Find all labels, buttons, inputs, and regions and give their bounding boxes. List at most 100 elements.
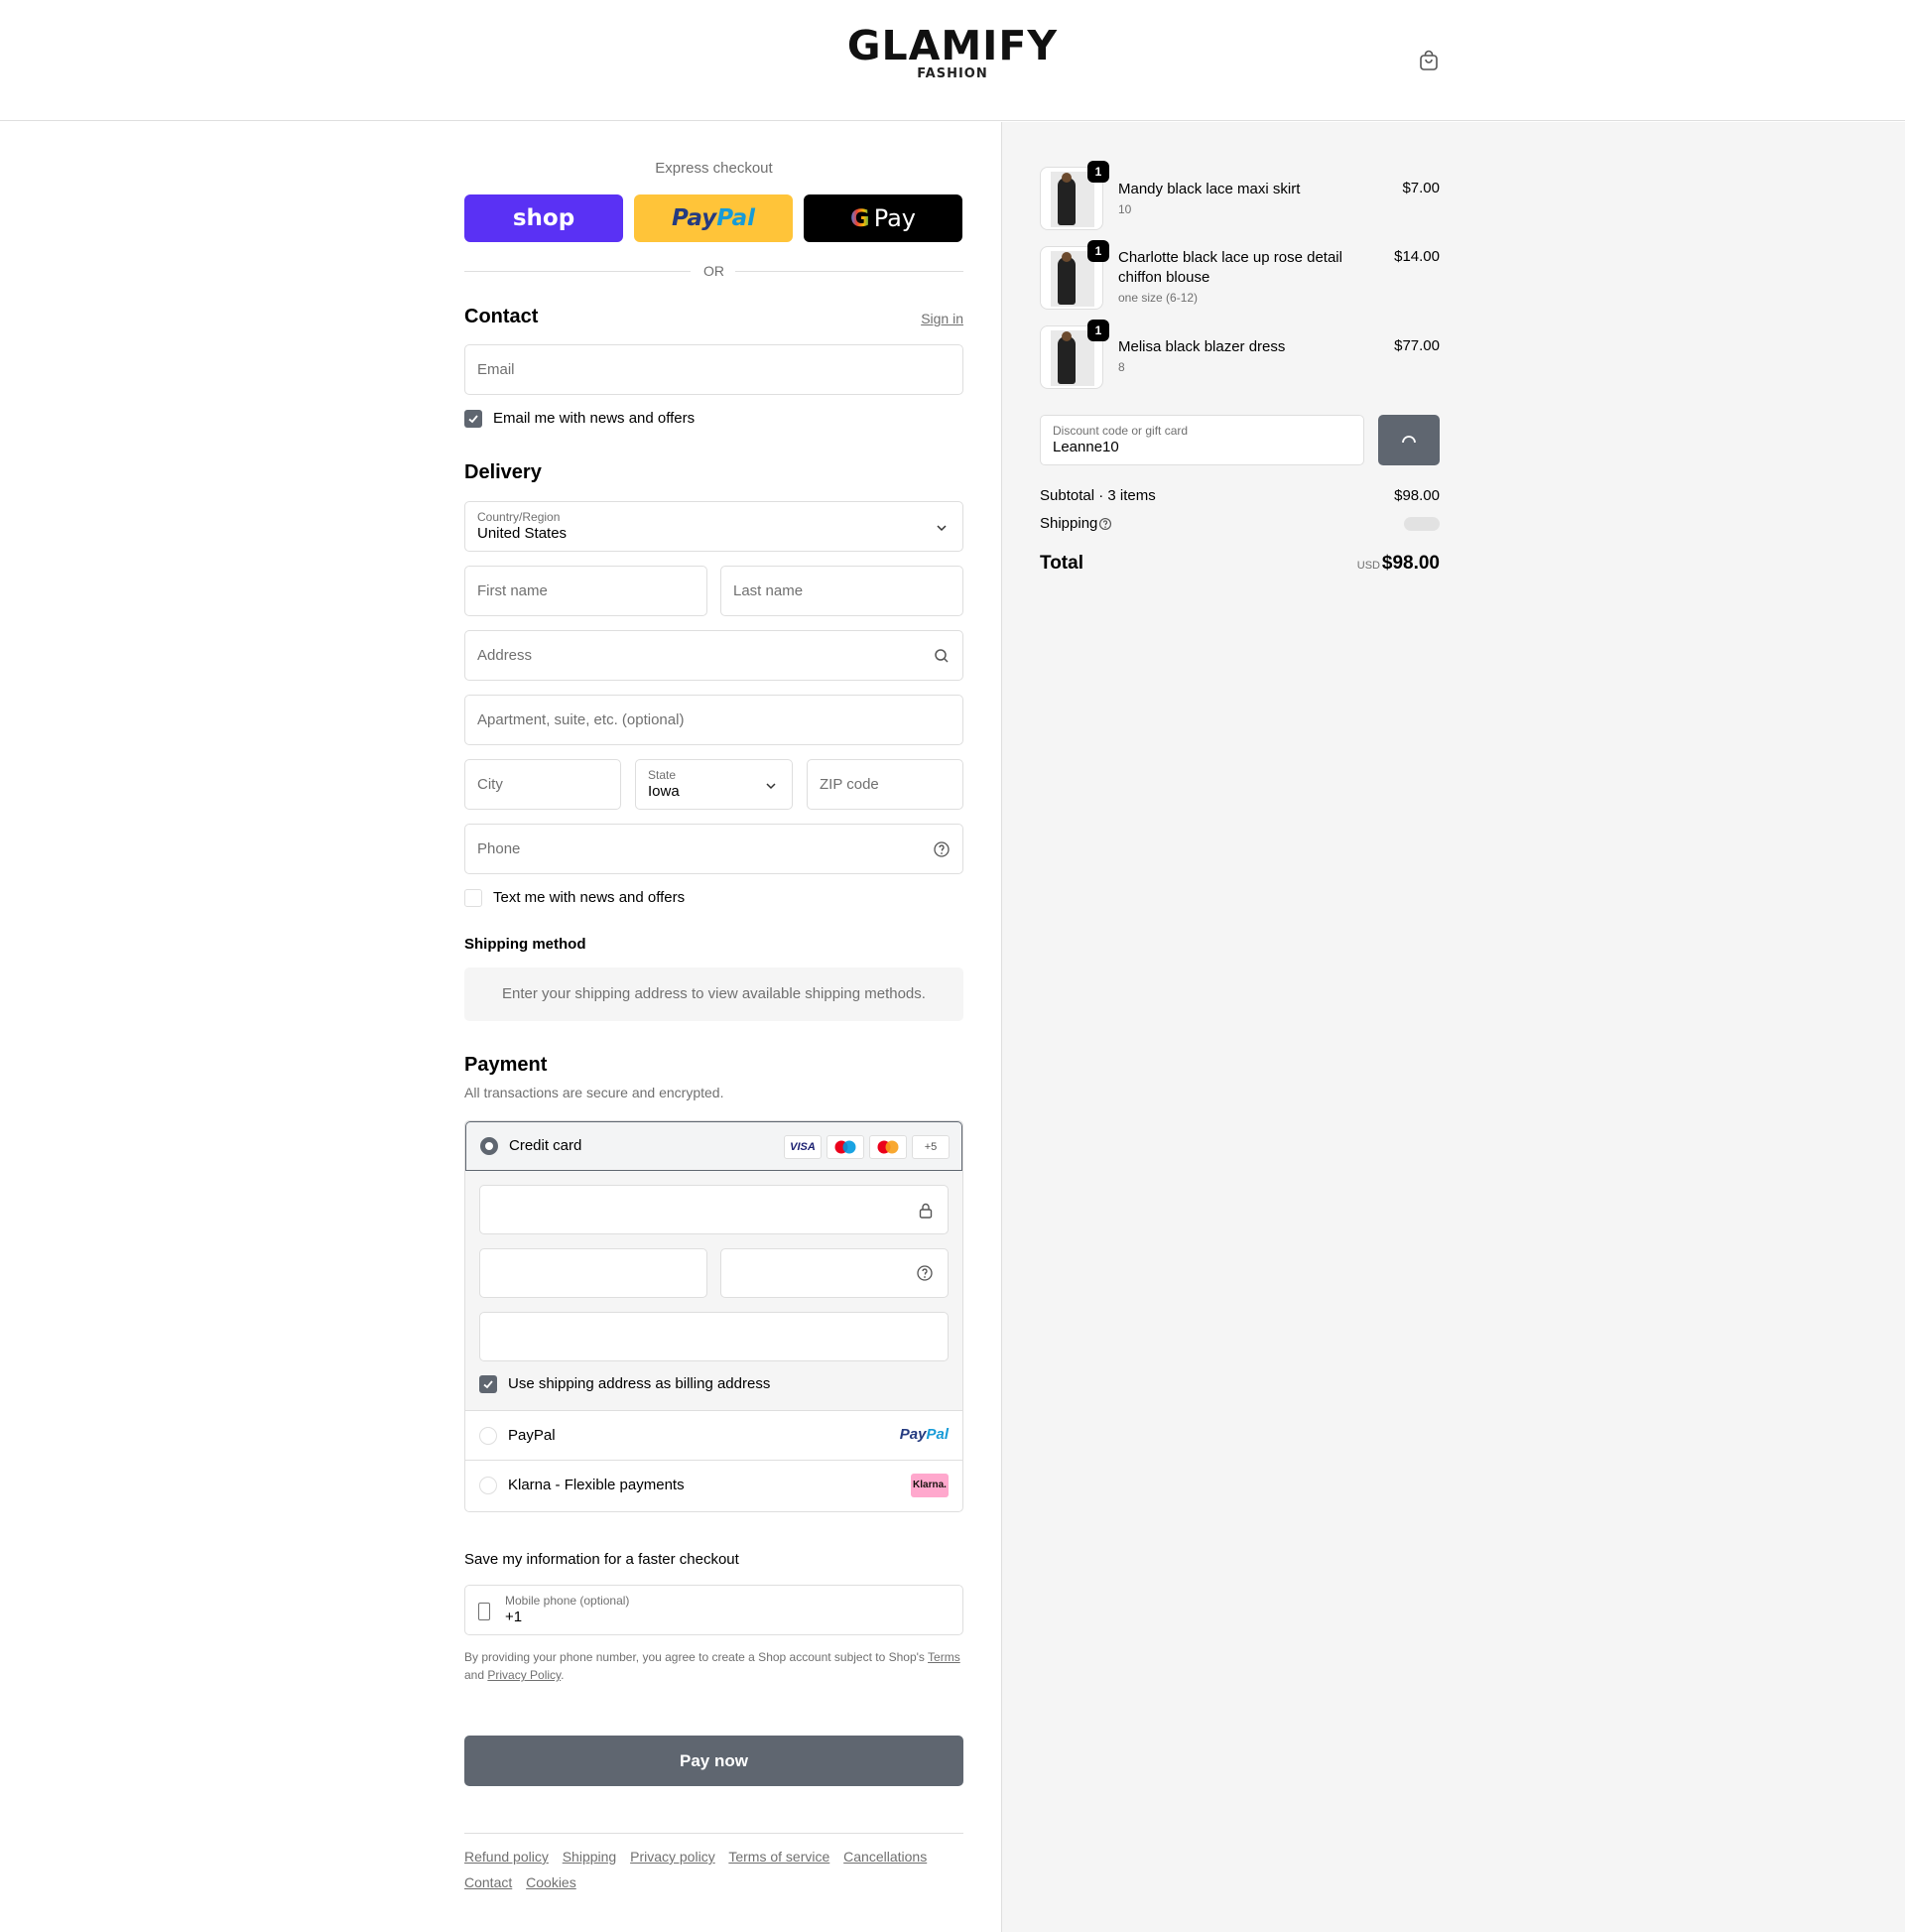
credit-card-option[interactable]: Credit card VISA +5 [465,1121,962,1171]
email-news-checkbox[interactable] [464,410,482,428]
apartment-placeholder: Apartment, suite, etc. (optional) [477,711,685,728]
contact-title: Contact [464,306,539,327]
cart-item: 1 Melisa black blazer dress 8 $77.00 [1040,320,1440,389]
credit-card-radio[interactable] [480,1137,498,1155]
last-name-placeholder: Last name [733,582,804,599]
product-price: $77.00 [1394,337,1440,354]
checkmark-icon [468,415,478,424]
country-select[interactable]: Country/Region United States [464,501,963,552]
help-icon[interactable] [933,840,951,858]
billing-address-checkbox[interactable] [479,1375,497,1393]
subtotal-value: $98.00 [1394,487,1440,504]
city-field[interactable]: City [464,759,621,810]
footer-link-shipping[interactable]: Shipping [563,1849,617,1865]
product-name: Melisa black blazer dress [1118,338,1286,355]
apartment-field[interactable]: Apartment, suite, etc. (optional) [464,695,963,745]
email-placeholder: Email [477,361,515,378]
email-field[interactable]: Email [464,344,963,395]
cart-item: 1 Mandy black lace maxi skirt 10 $7.00 [1040,161,1440,230]
mobile-phone-value: +1 [505,1609,523,1625]
klarna-radio[interactable] [479,1477,497,1494]
city-placeholder: City [477,776,503,793]
currency-code: USD [1356,560,1380,572]
discount-label: Discount code or gift card [1053,424,1189,438]
footer-link-privacy-policy[interactable]: Privacy policy [630,1849,715,1865]
product-price: $7.00 [1402,180,1440,196]
paypal-logo-part2: Pal [926,1426,949,1443]
last-name-field[interactable]: Last name [720,566,963,616]
paypal-logo: PayPal [900,1426,949,1443]
state-select[interactable]: State Iowa [635,759,793,810]
more-cards-label: +5 [924,1141,938,1153]
footer-link-terms-of-service[interactable]: Terms of service [728,1849,829,1865]
shopping-bag-icon[interactable] [1419,50,1439,71]
google-pay-button[interactable]: G Pay [804,194,962,242]
shipping-method-title: Shipping method [464,936,586,953]
klarna-option[interactable]: Klarna - Flexible payments Klarna. [465,1461,962,1511]
apply-discount-button[interactable] [1378,415,1440,465]
subtotal-row: Subtotal · 3 items $98.00 [1040,487,1440,504]
shop-pay-button[interactable]: shop [464,194,623,242]
credit-card-label: Credit card [509,1137,582,1154]
terms-link[interactable]: Terms [928,1650,960,1664]
card-number-field[interactable] [479,1185,949,1234]
product-name: Mandy black lace maxi skirt [1118,181,1301,197]
pay-now-button[interactable]: Pay now [464,1736,963,1786]
phone-placeholder: Phone [477,840,521,857]
shipping-label: Shipping [1040,515,1098,532]
help-icon[interactable] [1098,517,1112,531]
footer-link-cancellations[interactable]: Cancellations [843,1849,927,1865]
footer-link-contact[interactable]: Contact [464,1874,512,1890]
privacy-policy-link[interactable]: Privacy Policy [487,1668,561,1682]
quantity-badge: 1 [1087,161,1109,183]
save-info-title: Save my information for a faster checkou… [464,1551,739,1568]
brand-name: GLAMIFY [846,22,1059,69]
chevron-down-icon [937,525,947,532]
text-news-label: Text me with news and offers [493,889,686,906]
klarna-label: Klarna - Flexible payments [508,1477,685,1493]
paypal-logo-part1: Pay [672,205,717,231]
footer-links: Refund policy Shipping Privacy policy Te… [464,1844,963,1895]
sign-in-link[interactable]: Sign in [921,311,963,326]
text-news-checkbox[interactable] [464,889,482,907]
mastercard-icon [869,1135,907,1159]
terms-text-3: . [561,1668,565,1682]
first-name-placeholder: First name [477,582,548,599]
phone-field[interactable]: Phone [464,824,963,874]
express-checkout-title: Express checkout [655,160,773,177]
country-label: Country/Region [477,510,561,524]
billing-address-label: Use shipping address as billing address [508,1375,771,1392]
shipping-method-message: Enter your shipping address to view avai… [464,967,963,1021]
terms-text-1: By providing your phone number, you agre… [464,1650,929,1664]
country-value: United States [477,525,568,542]
help-icon[interactable] [916,1264,934,1282]
total-label: Total [1040,553,1083,574]
expiration-field[interactable] [479,1248,707,1298]
email-news-label: Email me with news and offers [493,410,696,427]
footer-link-refund-policy[interactable]: Refund policy [464,1849,549,1865]
address-field[interactable]: Address [464,630,963,681]
payment-title: Payment [464,1054,548,1076]
lock-icon [919,1203,933,1219]
or-text: OR [703,263,724,279]
payment-methods: Credit card VISA +5 Use shipping address… [464,1120,963,1512]
first-name-field[interactable]: First name [464,566,707,616]
total-row: Total USD $98.00 [1040,553,1440,579]
footer-link-cookies[interactable]: Cookies [526,1874,576,1890]
product-variant: 8 [1118,360,1125,374]
name-on-card-field[interactable] [479,1312,949,1361]
footer-divider [464,1833,963,1834]
mobile-phone-field[interactable]: Mobile phone (optional) +1 [464,1585,963,1635]
delivery-title: Delivery [464,461,542,483]
brand-logo[interactable]: GLAMIFY FASHION [0,24,1905,81]
security-code-field[interactable] [720,1248,949,1298]
paypal-radio[interactable] [479,1427,497,1445]
zip-field[interactable]: ZIP code [807,759,963,810]
klarna-logo: Klarna. [911,1474,949,1497]
state-value: Iowa [648,783,680,800]
paypal-express-button[interactable]: Pay Pal [634,194,793,242]
discount-code-field[interactable]: Discount code or gift card Leanne10 [1040,415,1364,465]
paypal-option[interactable]: PayPal PayPal [465,1411,962,1461]
address-placeholder: Address [477,647,533,664]
site-header: GLAMIFY FASHION [0,0,1905,121]
